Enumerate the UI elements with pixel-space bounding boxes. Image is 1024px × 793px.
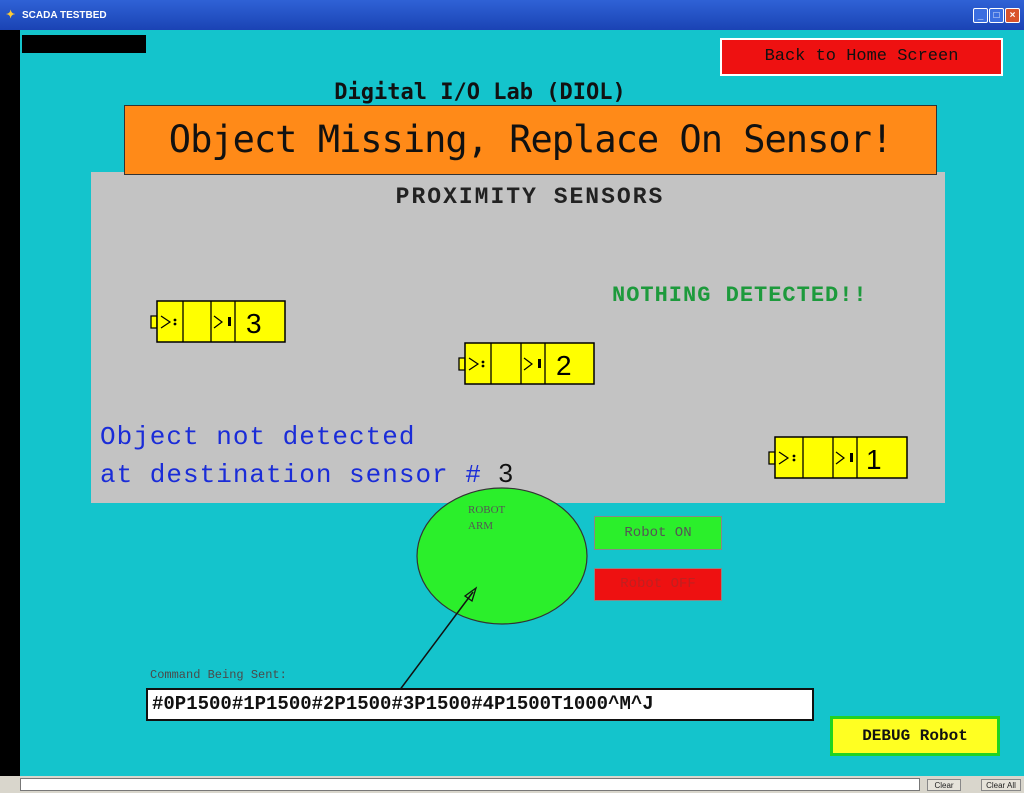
sensor-1-number: 1 xyxy=(866,444,882,475)
robot-off-button[interactable]: Robot OFF xyxy=(594,568,722,601)
status-indicator-box xyxy=(22,35,146,53)
clear-all-button[interactable]: Clear All xyxy=(981,779,1021,791)
sensor-3: 3 xyxy=(148,300,288,343)
robot-on-button[interactable]: Robot ON xyxy=(594,516,722,550)
command-label: Command Being Sent: xyxy=(150,668,287,682)
alert-banner: Object Missing, Replace On Sensor! xyxy=(124,105,937,175)
sensor-2-number: 2 xyxy=(556,350,572,381)
debug-robot-button[interactable]: DEBUG Robot xyxy=(830,716,1000,756)
sensor-1: 1 xyxy=(766,436,910,479)
robot-arm-label: ROBOT ARM xyxy=(468,502,548,534)
back-to-home-button[interactable]: Back to Home Screen xyxy=(720,38,1003,76)
destination-sensor-number: 3 xyxy=(498,458,514,488)
maximize-button[interactable]: □ xyxy=(989,8,1004,23)
message-line-1: Object not detected xyxy=(100,422,416,452)
robot-arm-label-line1: ROBOT xyxy=(468,504,506,516)
sensor-2: 2 xyxy=(456,342,598,385)
robot-arm-label-line2: ARM xyxy=(468,520,494,532)
minimize-button[interactable]: _ xyxy=(973,8,988,23)
panel-title: PROXIMITY SENSORS xyxy=(395,184,665,210)
title-bar xyxy=(0,0,1024,30)
clear-button[interactable]: Clear xyxy=(927,779,961,791)
window-title: SCADA TESTBED xyxy=(22,10,107,21)
message-line-2-text: at destination sensor # xyxy=(100,460,482,490)
command-field[interactable]: #0P1500#1P1500#2P1500#3P1500#4P1500T1000… xyxy=(146,688,814,721)
app-icon: ✦ xyxy=(6,9,16,21)
message-line-2: at destination sensor # 3 xyxy=(100,458,514,490)
left-frame xyxy=(0,30,20,776)
status-message-field[interactable] xyxy=(20,778,920,791)
detection-status: NOTHING DETECTED!! xyxy=(612,283,868,308)
sensor-3-number: 3 xyxy=(246,308,262,339)
close-button[interactable]: × xyxy=(1005,8,1020,23)
